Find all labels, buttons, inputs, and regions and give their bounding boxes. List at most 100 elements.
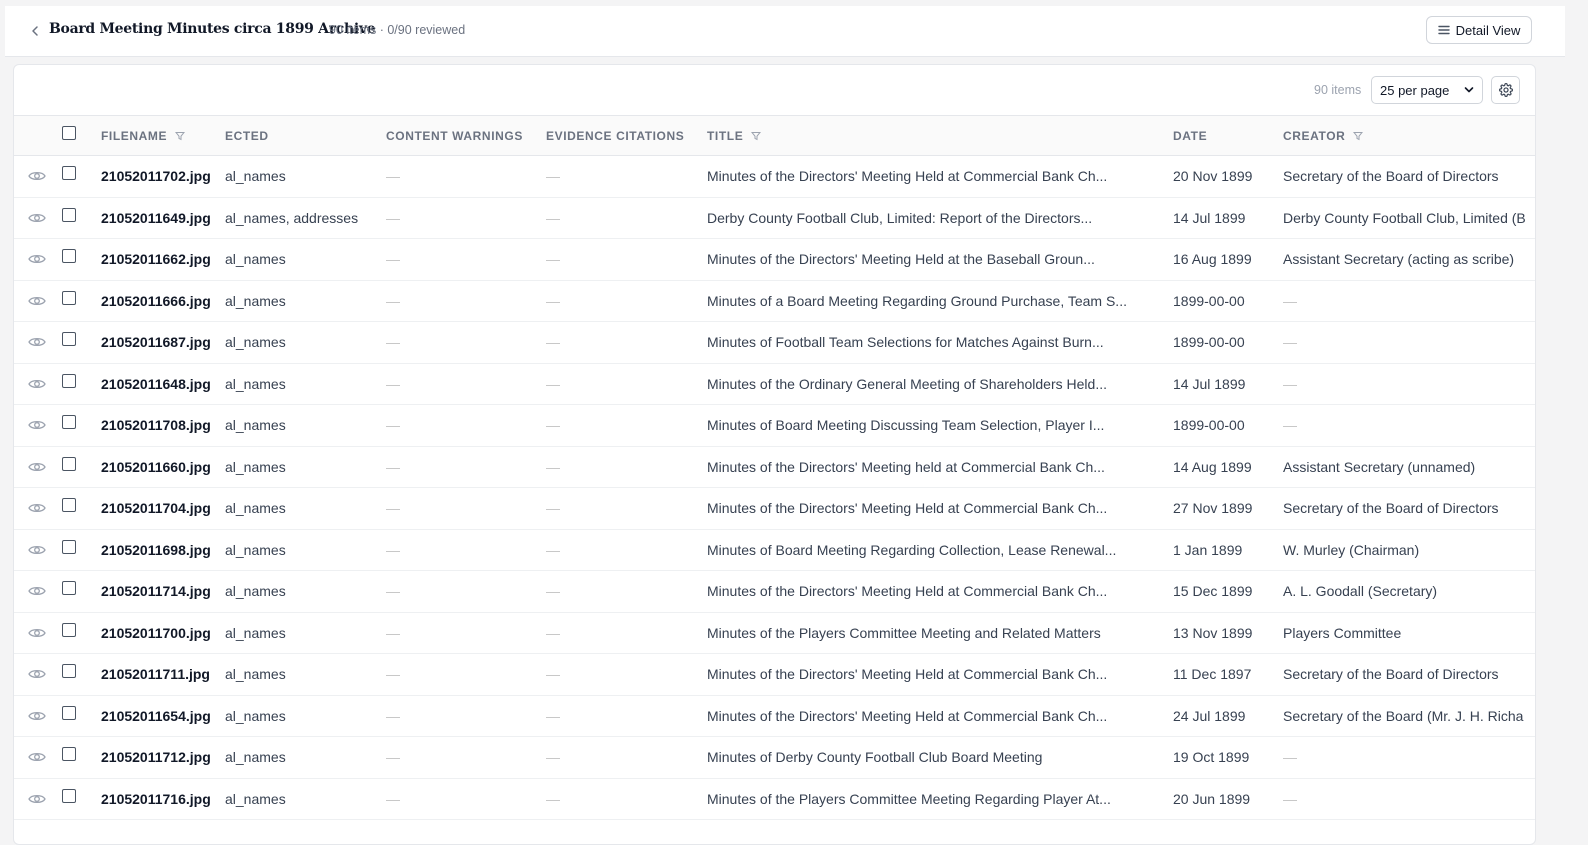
filename-cell[interactable]: 21052011649.jpg xyxy=(101,210,219,226)
column-header-content-warnings[interactable]: CONTENT WARNINGS xyxy=(386,129,523,143)
date-cell: 1899-00-00 xyxy=(1173,417,1245,433)
eye-icon[interactable] xyxy=(28,792,46,806)
per-page-select[interactable]: 25 per page xyxy=(1371,76,1483,104)
row-checkbox[interactable] xyxy=(62,705,76,720)
row-checkbox[interactable] xyxy=(62,166,76,180)
eye-icon[interactable] xyxy=(28,294,46,308)
filename-cell[interactable]: 21052011714.jpg xyxy=(101,583,219,599)
row-checkbox[interactable] xyxy=(62,290,76,305)
column-header-title[interactable]: TITLE xyxy=(707,129,762,143)
filter-icon[interactable] xyxy=(1353,131,1364,141)
table-row[interactable]: 21052011698.jpg al_names — — Minutes of … xyxy=(14,530,1535,571)
row-checkbox[interactable] xyxy=(62,456,76,471)
table-row[interactable]: 21052011704.jpg al_names — — Minutes of … xyxy=(14,488,1535,530)
row-checkbox[interactable] xyxy=(62,373,76,388)
evidence-citations-cell: — xyxy=(546,417,560,433)
table-row[interactable]: 21052011654.jpg al_names — — Minutes of … xyxy=(14,696,1535,737)
eye-icon[interactable] xyxy=(28,584,46,598)
filter-icon[interactable] xyxy=(751,131,762,141)
eye-icon[interactable] xyxy=(28,418,46,432)
filename-cell[interactable]: 21052011716.jpg xyxy=(101,791,219,807)
select-all-checkbox[interactable] xyxy=(62,126,76,140)
eye-icon[interactable] xyxy=(28,377,46,391)
filename-cell[interactable]: 21052011662.jpg xyxy=(101,251,219,267)
eye-icon[interactable] xyxy=(28,460,46,474)
column-header-evidence-citations[interactable]: EVIDENCE CITATIONS xyxy=(546,129,684,143)
filename-cell[interactable]: 21052011698.jpg xyxy=(101,542,219,558)
filename-cell[interactable]: 21052011702.jpg xyxy=(101,168,219,184)
row-checkbox[interactable] xyxy=(62,207,76,222)
filename-cell[interactable]: 21052011704.jpg xyxy=(101,500,219,516)
table-row[interactable]: 21052011700.jpg al_names — — Minutes of … xyxy=(14,613,1535,654)
table-row[interactable]: 21052011716.jpg al_names — — Minutes of … xyxy=(14,779,1535,820)
column-header-filename[interactable]: FILENAME xyxy=(101,129,186,143)
table-row[interactable]: 21052011712.jpg al_names — — Minutes of … xyxy=(14,737,1535,779)
row-checkbox[interactable] xyxy=(62,747,76,761)
table-row[interactable]: 21052011711.jpg al_names — — Minutes of … xyxy=(14,654,1535,696)
table-row[interactable]: 21052011660.jpg al_names — — Minutes of … xyxy=(14,447,1535,488)
eye-icon[interactable] xyxy=(28,335,46,349)
eye-icon[interactable] xyxy=(28,750,46,764)
eye-icon[interactable] xyxy=(28,501,46,515)
creator-cell: W. Murley (Chairman) xyxy=(1283,541,1420,558)
creator-cell: Assistant Secretary (acting as scribe) xyxy=(1283,251,1515,267)
filename-cell[interactable]: 21052011712.jpg xyxy=(101,749,219,765)
creator-cell: — xyxy=(1283,749,1297,765)
filename-cell[interactable]: 21052011666.jpg xyxy=(101,293,219,309)
content-warnings-cell: — xyxy=(386,334,400,350)
eye-icon[interactable] xyxy=(28,543,46,557)
row-checkbox[interactable] xyxy=(62,788,76,803)
row-checkbox[interactable] xyxy=(62,498,76,512)
evidence-citations-cell: — xyxy=(546,334,560,350)
creator-cell: Secretary of the Board of Directors xyxy=(1283,500,1499,516)
row-checkbox[interactable] xyxy=(62,415,76,429)
table-row[interactable]: 21052011649.jpg al_names, addresses — — … xyxy=(14,198,1535,239)
creator-cell: — xyxy=(1283,417,1297,433)
title-cell: Minutes of Board Meeting Regarding Colle… xyxy=(707,541,1117,558)
table-body: 21052011702.jpg al_names — — Minutes of … xyxy=(14,156,1535,820)
column-header-creator[interactable]: CREATOR xyxy=(1283,129,1364,143)
filename-cell[interactable]: 21052011711.jpg xyxy=(101,666,219,682)
eye-icon[interactable] xyxy=(28,211,46,225)
selected-cell: al_names xyxy=(225,541,286,558)
per-page-value: 25 per page xyxy=(1380,82,1450,98)
row-checkbox[interactable] xyxy=(62,622,76,637)
row-checkbox[interactable] xyxy=(62,664,76,678)
filter-icon[interactable] xyxy=(175,131,186,141)
column-header-date[interactable]: DATE xyxy=(1173,129,1207,143)
date-cell: 14 Jul 1899 xyxy=(1173,375,1246,392)
table-row[interactable]: 21052011648.jpg al_names — — Minutes of … xyxy=(14,364,1535,405)
row-checkbox[interactable] xyxy=(62,581,76,595)
title-cell: Minutes of Derby County Football Club Bo… xyxy=(707,749,1043,765)
table-row[interactable]: 21052011666.jpg al_names — — Minutes of … xyxy=(14,281,1535,322)
filename-cell[interactable]: 21052011708.jpg xyxy=(101,417,219,433)
filename-cell[interactable]: 21052011660.jpg xyxy=(101,459,219,475)
selected-cell: al_names xyxy=(225,458,286,475)
column-header-selected[interactable]: ECTED xyxy=(225,129,269,143)
table-row[interactable]: 21052011708.jpg al_names — — Minutes of … xyxy=(14,405,1535,447)
filename-cell[interactable]: 21052011654.jpg xyxy=(101,708,219,724)
evidence-citations-cell: — xyxy=(546,707,560,724)
selected-cell: al_names xyxy=(225,292,286,309)
filename-cell[interactable]: 21052011648.jpg xyxy=(101,376,219,392)
eye-icon[interactable] xyxy=(28,169,46,183)
eye-icon[interactable] xyxy=(28,252,46,266)
row-checkbox[interactable] xyxy=(62,539,76,554)
row-checkbox[interactable] xyxy=(62,249,76,263)
creator-cell: A. L. Goodall (Secretary) xyxy=(1283,583,1438,599)
eye-icon[interactable] xyxy=(28,667,46,681)
table-settings-button[interactable] xyxy=(1491,76,1520,104)
table-row[interactable]: 21052011702.jpg al_names — — Minutes of … xyxy=(14,156,1535,198)
filename-cell[interactable]: 21052011687.jpg xyxy=(101,334,219,350)
detail-view-button[interactable]: Detail View xyxy=(1426,16,1532,44)
filename-cell[interactable]: 21052011700.jpg xyxy=(101,625,219,641)
table-row[interactable]: 21052011714.jpg al_names — — Minutes of … xyxy=(14,571,1535,613)
table-row[interactable]: 21052011687.jpg al_names — — Minutes of … xyxy=(14,322,1535,364)
date-cell: 1 Jan 1899 xyxy=(1173,541,1243,558)
eye-icon[interactable] xyxy=(28,626,46,640)
table-row[interactable]: 21052011662.jpg al_names — — Minutes of … xyxy=(14,239,1535,281)
row-checkbox[interactable] xyxy=(62,332,76,346)
detail-view-label: Detail View xyxy=(1455,22,1521,38)
eye-icon[interactable] xyxy=(28,709,46,723)
back-button[interactable] xyxy=(25,21,45,41)
